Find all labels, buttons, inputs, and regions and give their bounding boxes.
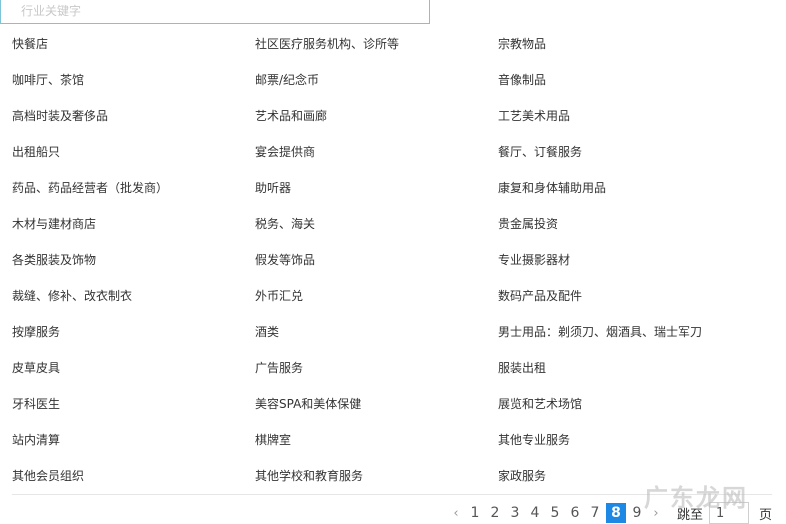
page-number-list: 123456789 xyxy=(465,503,647,523)
category-item[interactable]: 音像制品 xyxy=(498,62,772,98)
category-item[interactable]: 酒类 xyxy=(255,314,498,350)
divider xyxy=(12,494,772,495)
category-item[interactable]: 牙科医生 xyxy=(12,386,255,422)
category-item[interactable]: 服装出租 xyxy=(498,350,772,386)
category-item[interactable]: 快餐店 xyxy=(12,26,255,62)
category-item[interactable]: 假发等饰品 xyxy=(255,242,498,278)
page-number-8[interactable]: 8 xyxy=(605,503,626,523)
category-item[interactable]: 药品、药品经营者（批发商） xyxy=(12,170,255,206)
category-item[interactable]: 康复和身体辅助用品 xyxy=(498,170,772,206)
category-item[interactable]: 数码产品及配件 xyxy=(498,278,772,314)
category-item[interactable]: 裁缝、修补、改衣制衣 xyxy=(12,278,255,314)
category-item[interactable]: 外币汇兑 xyxy=(255,278,498,314)
page-number-6[interactable]: 6 xyxy=(565,505,585,521)
category-item[interactable]: 按摩服务 xyxy=(12,314,255,350)
category-item[interactable]: 男士用品：剃须刀、烟酒具、瑞士军刀 xyxy=(498,314,772,350)
category-item[interactable]: 站内清算 xyxy=(12,422,255,458)
category-item[interactable]: 高档时装及奢侈品 xyxy=(12,98,255,134)
category-item[interactable]: 皮草皮具 xyxy=(12,350,255,386)
category-grid: 快餐店 社区医疗服务机构、诊所等 宗教物品咖啡厅、茶馆 邮票/纪念币 音像制品高档时装及… xyxy=(12,26,772,494)
category-item[interactable]: 工艺美术用品 xyxy=(498,98,772,134)
category-item[interactable]: 宴会提供商 xyxy=(255,134,498,170)
page-number-3[interactable]: 3 xyxy=(505,505,525,521)
category-item[interactable]: 出租船只 xyxy=(12,134,255,170)
category-item[interactable]: 助听器 xyxy=(255,170,498,206)
page-number-9[interactable]: 9 xyxy=(627,505,647,521)
goto-label: 跳至 xyxy=(676,507,703,523)
category-item[interactable]: 贵金属投资 xyxy=(498,206,772,242)
category-item[interactable]: 宗教物品 xyxy=(498,26,772,62)
category-item[interactable]: 美容SPA和美体保健 xyxy=(255,386,498,422)
category-item[interactable]: 社区医疗服务机构、诊所等 xyxy=(255,26,498,62)
category-item[interactable]: 家政服务 xyxy=(498,458,772,494)
industry-search-input[interactable] xyxy=(1,0,429,23)
next-page-button[interactable]: › xyxy=(647,506,665,521)
page-number-1[interactable]: 1 xyxy=(465,505,485,521)
category-item[interactable]: 专业摄影器材 xyxy=(498,242,772,278)
category-item[interactable]: 其他会员组织 xyxy=(12,458,255,494)
pagination: ‹ 123456789 › 跳至 页 xyxy=(447,502,772,524)
category-item[interactable]: 广告服务 xyxy=(255,350,498,386)
category-item[interactable]: 各类服装及饰物 xyxy=(12,242,255,278)
category-item[interactable]: 木材与建材商店 xyxy=(12,206,255,242)
prev-page-button[interactable]: ‹ xyxy=(447,506,465,521)
category-item[interactable]: 税务、海关 xyxy=(255,206,498,242)
page-unit-label: 页 xyxy=(758,507,772,523)
category-item[interactable]: 咖啡厅、茶馆 xyxy=(12,62,255,98)
category-item[interactable]: 艺术品和画廊 xyxy=(255,98,498,134)
category-item[interactable]: 其他学校和教育服务 xyxy=(255,458,498,494)
page-number-7[interactable]: 7 xyxy=(585,505,605,521)
category-item[interactable]: 展览和艺术场馆 xyxy=(498,386,772,422)
page-number-5[interactable]: 5 xyxy=(545,505,565,521)
category-item[interactable]: 棋牌室 xyxy=(255,422,498,458)
industry-search-box[interactable] xyxy=(0,0,430,24)
category-item[interactable]: 其他专业服务 xyxy=(498,422,772,458)
page-number-4[interactable]: 4 xyxy=(525,505,545,521)
category-item[interactable]: 邮票/纪念币 xyxy=(255,62,498,98)
goto-page-input[interactable] xyxy=(708,502,749,524)
category-item[interactable]: 餐厅、订餐服务 xyxy=(498,134,772,170)
page-number-2[interactable]: 2 xyxy=(485,505,505,521)
